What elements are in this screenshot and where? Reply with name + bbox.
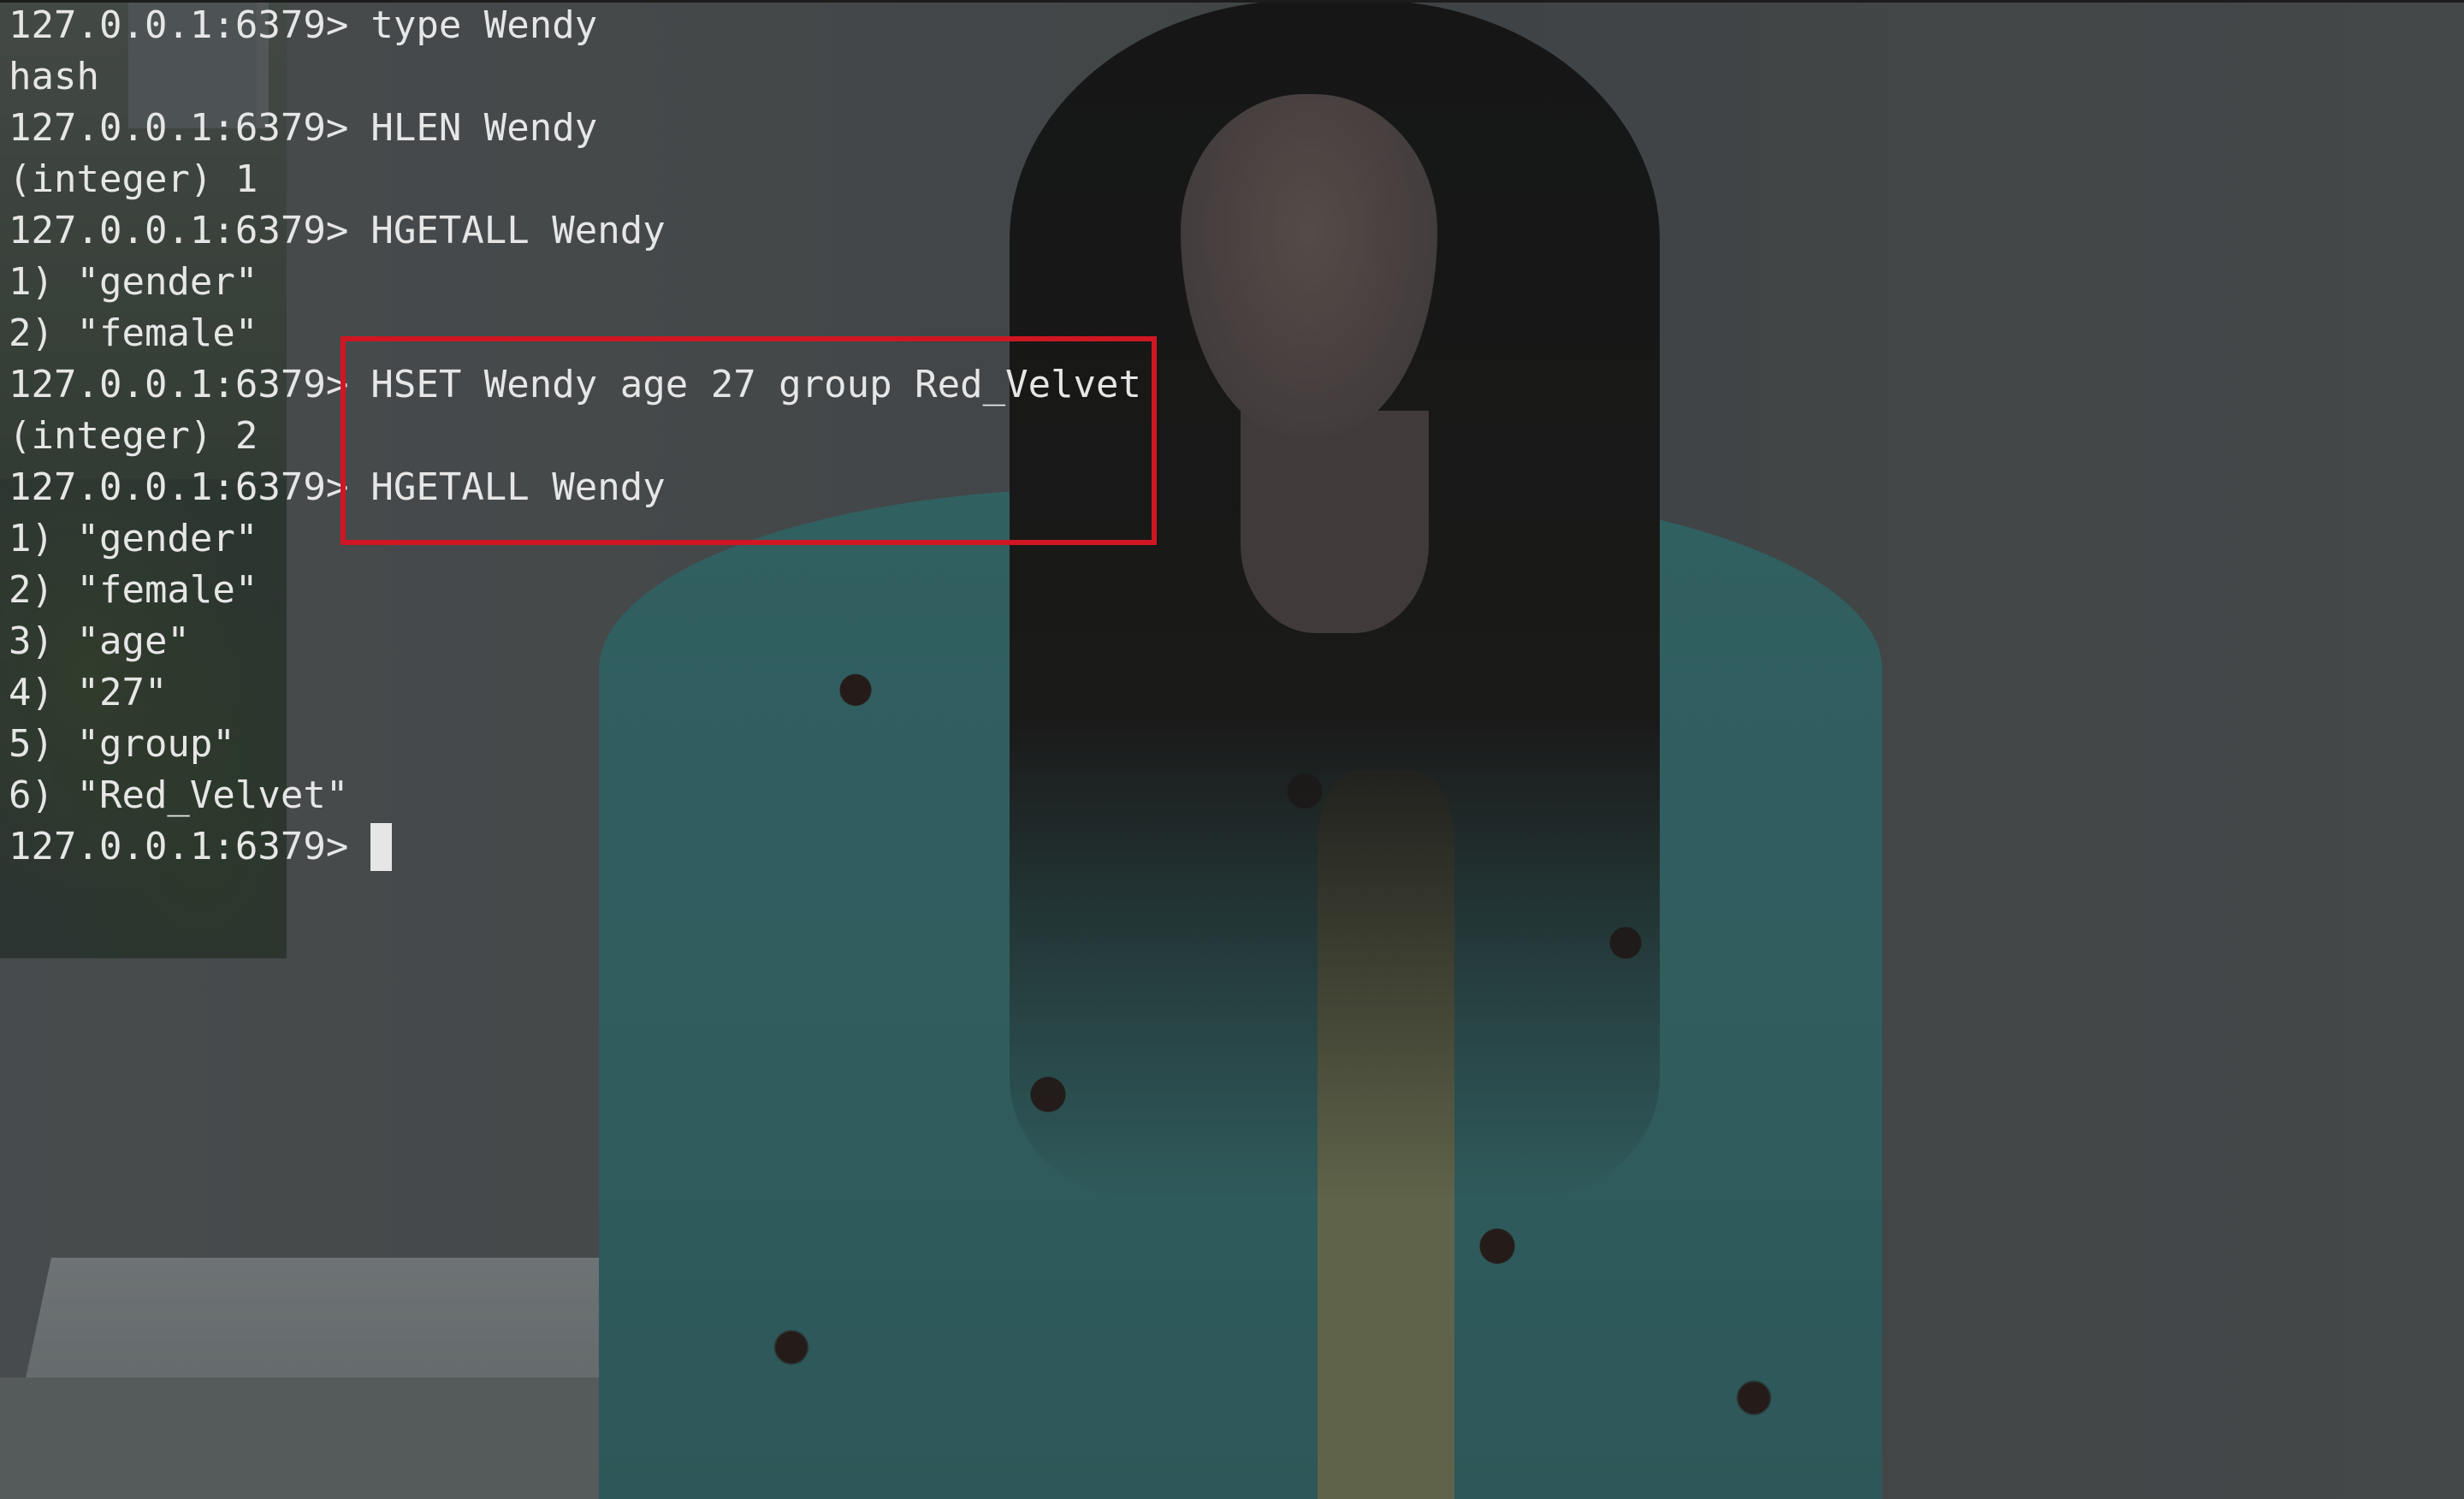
block-cursor-icon: [370, 823, 393, 871]
terminal-output-line: 2) "female": [9, 565, 1141, 616]
terminal-prompt: 127.0.0.1:6379>: [9, 825, 349, 868]
output-text: 1) "gender": [9, 260, 258, 304]
output-text: 4) "27": [9, 671, 168, 714]
terminal-command-line: 127.0.0.1:6379> type Wendy: [9, 0, 1141, 51]
output-text: (integer) 1: [9, 157, 258, 201]
terminal-output-line: (integer) 1: [9, 154, 1141, 205]
terminal-prompt: 127.0.0.1:6379>: [9, 3, 349, 47]
output-text: hash: [9, 55, 99, 98]
output-text: 2) "female": [9, 568, 258, 612]
terminal-prompt: 127.0.0.1:6379>: [9, 363, 349, 406]
terminal-output-line: hash: [9, 51, 1141, 103]
output-text: (integer) 2: [9, 414, 258, 458]
output-text: 3) "age": [9, 619, 190, 663]
highlight-annotation-box: [341, 336, 1157, 545]
output-text: 1) "gender": [9, 517, 258, 560]
output-text: 2) "female": [9, 311, 258, 355]
command-text: type Wendy: [370, 3, 598, 47]
output-text: 5) "group": [9, 722, 235, 766]
terminal-command-line: 127.0.0.1:6379>: [9, 821, 1141, 873]
terminal-output-line: 6) "Red_Velvet": [9, 770, 1141, 821]
terminal-command-line: 127.0.0.1:6379> HLEN Wendy: [9, 103, 1141, 154]
terminal-output-line: 4) "27": [9, 667, 1141, 719]
terminal-output-line: 1) "gender": [9, 257, 1141, 308]
terminal-prompt: 127.0.0.1:6379>: [9, 465, 349, 509]
terminal-window[interactable]: 127.0.0.1:6379> type Wendy hash 127.0.0.1:6…: [0, 0, 2464, 1499]
terminal-command-line: 127.0.0.1:6379> HGETALL Wendy: [9, 205, 1141, 257]
terminal-output-line: 5) "group": [9, 719, 1141, 770]
terminal-prompt: 127.0.0.1:6379>: [9, 106, 349, 150]
terminal-prompt: 127.0.0.1:6379>: [9, 209, 349, 252]
terminal-output-line: 3) "age": [9, 616, 1141, 667]
command-text: HGETALL Wendy: [370, 209, 666, 252]
command-text: HLEN Wendy: [370, 106, 598, 150]
output-text: 6) "Red_Velvet": [9, 773, 349, 817]
